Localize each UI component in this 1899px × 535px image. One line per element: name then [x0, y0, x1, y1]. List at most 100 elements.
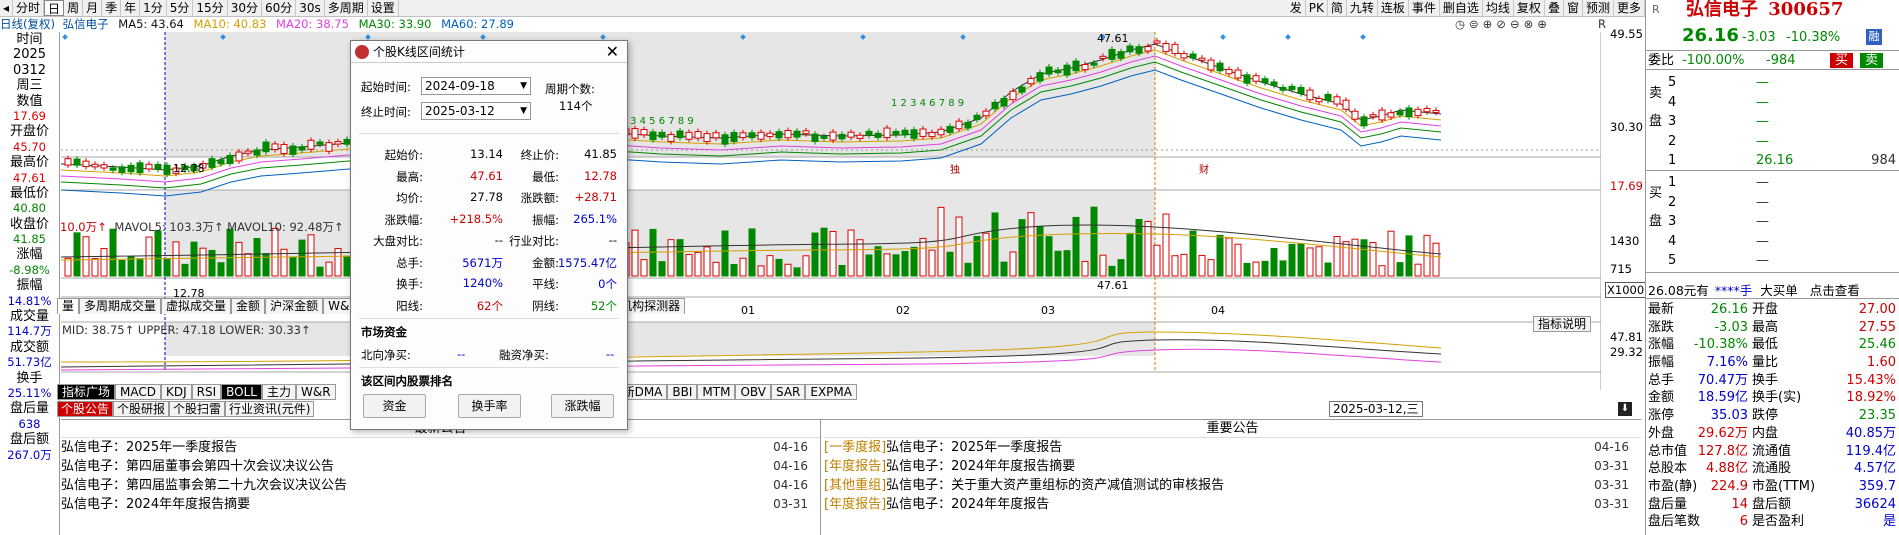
- tb-simple[interactable]: 简: [1328, 0, 1347, 16]
- close-icon[interactable]: ✕: [606, 41, 619, 63]
- indicator-tab[interactable]: EXPMA: [805, 384, 857, 400]
- tb-timeshare[interactable]: 分时: [13, 0, 45, 16]
- news-tab[interactable]: 个股公告: [57, 401, 114, 417]
- chart-tool-icons[interactable]: ◷⊜⊕⊘⊖⊗⊕: [1455, 17, 1551, 32]
- stat-label: 盘后额: [1752, 496, 1792, 512]
- expand-news-icon[interactable]: ⬇: [1618, 402, 1632, 416]
- tb-quarter[interactable]: 季: [102, 0, 122, 16]
- indicator-tab[interactable]: SAR: [770, 384, 806, 400]
- volume-bar: [1279, 260, 1287, 277]
- tb-adjust[interactable]: 复权: [1514, 0, 1545, 16]
- news-item[interactable]: 弘信电子：2025年一季度报告 04-16: [61, 438, 820, 457]
- news-item[interactable]: [年度报告]弘信电子：2024年年度报告摘要 03-31: [824, 457, 1641, 476]
- news-item[interactable]: 弘信电子：第四届董事会第四十次会议决议公告 04-16: [61, 457, 820, 476]
- candle: [1297, 87, 1305, 95]
- indicator-tab[interactable]: BOLL: [221, 384, 262, 400]
- tb-forecast[interactable]: 预测: [1583, 0, 1614, 16]
- month-label: 02: [896, 304, 910, 317]
- indicator-tab[interactable]: 指标广场: [57, 384, 116, 400]
- level-num: 2: [1668, 133, 1677, 149]
- event-tag-1: 独: [950, 163, 960, 176]
- tb-30s[interactable]: 30s: [296, 0, 325, 16]
- tb-year[interactable]: 年: [121, 0, 141, 16]
- change-rank-button[interactable]: 涨跌幅: [551, 394, 614, 418]
- fund-rank-button[interactable]: 资金: [363, 394, 426, 418]
- info-value: 47.61: [13, 170, 46, 185]
- tb-60min[interactable]: 60分: [262, 0, 297, 16]
- tb-publish[interactable]: 发: [1287, 0, 1306, 16]
- start-date-select[interactable]: 2024-09-18 ▼: [421, 77, 531, 95]
- volume-bar: [316, 266, 324, 277]
- vol-tab[interactable]: 金额: [231, 298, 266, 314]
- tb-settings[interactable]: 设置: [368, 0, 399, 16]
- click-view-link[interactable]: 点击查看: [1810, 283, 1860, 298]
- indicator-tab[interactable]: W&R: [296, 384, 336, 400]
- cycles-label: 周期个数:: [545, 82, 595, 96]
- tb-limitup[interactable]: 连板: [1378, 0, 1409, 16]
- news-item[interactable]: 弘信电子：2024年年度报告摘要 03-31: [61, 495, 820, 514]
- news-item[interactable]: [一季度报]弘信电子：2025年一季度报告 04-16: [824, 438, 1641, 457]
- tb-events[interactable]: 事件: [1409, 0, 1440, 16]
- stock-app: ◂ 分时 日 周 月 季 年 1分 5分 15分 30分 60分 30s 多周期…: [0, 0, 1899, 535]
- volume-bar: [1036, 226, 1044, 277]
- turnover-rank-button[interactable]: 换手率: [458, 394, 521, 418]
- news-item[interactable]: [年度报告]弘信电子：2024年年度报告 03-31: [824, 495, 1641, 514]
- news-tab[interactable]: 个股扫雷: [169, 401, 226, 417]
- stat-label: 跌停: [1752, 408, 1779, 424]
- news-tab[interactable]: 行业资讯(元件): [225, 401, 315, 417]
- tb-pk[interactable]: PK: [1306, 0, 1328, 16]
- stat-value: 1.60: [1867, 355, 1896, 371]
- tb-remove-fav[interactable]: 删自选: [1440, 0, 1483, 16]
- vol-tab[interactable]: 多周期成交量: [79, 298, 162, 314]
- indicator-tab[interactable]: MTM: [697, 384, 736, 400]
- tb-5min[interactable]: 5分: [167, 0, 194, 16]
- tb-multiperiod[interactable]: 多周期: [325, 0, 368, 16]
- vol-tab[interactable]: 虚拟成交量: [161, 298, 232, 314]
- news-item[interactable]: [其他重组]弘信电子：关于重大资产重组标的资产减值测试的审核报告 03-31: [824, 476, 1641, 495]
- indicator-tab[interactable]: BBI: [667, 384, 698, 400]
- sell-button[interactable]: 卖: [1860, 53, 1884, 68]
- candle: [649, 131, 657, 141]
- tb-15min[interactable]: 15分: [193, 0, 228, 16]
- indicator-tab[interactable]: OBV: [735, 384, 771, 400]
- volume-bar: [226, 228, 234, 277]
- volume-bar: [865, 254, 873, 277]
- indicator-tab[interactable]: RSI: [191, 384, 222, 400]
- ma60-label: MA60: 27.89: [441, 17, 514, 31]
- volume-bar: [721, 230, 729, 277]
- tb-month[interactable]: 月: [83, 0, 103, 16]
- vol-tab[interactable]: 沪深金额: [265, 298, 324, 314]
- dialog-header[interactable]: 个股K线区间统计 ✕: [351, 41, 627, 63]
- volume-bar: [658, 261, 666, 277]
- indicator-tab[interactable]: KDJ: [161, 384, 192, 400]
- volume-bar: [307, 234, 315, 277]
- volume-bar: [163, 258, 171, 277]
- tb-1min[interactable]: 1分: [140, 0, 167, 16]
- back-icon[interactable]: ◂: [0, 0, 14, 16]
- tb-ninturn[interactable]: 九转: [1347, 0, 1378, 16]
- tb-ma[interactable]: 均线: [1483, 0, 1514, 16]
- tb-day[interactable]: 日: [44, 0, 65, 16]
- range-stat-dialog[interactable]: 个股K线区间统计 ✕ 起始时间: 2024-09-18 ▼ 终止时间: 2025-…: [350, 40, 628, 430]
- vol-tab[interactable]: 量: [57, 298, 80, 314]
- tb-window[interactable]: 窗: [1564, 0, 1583, 16]
- indicator-help-button[interactable]: 指标说明: [1533, 316, 1592, 332]
- tb-week[interactable]: 周: [64, 0, 84, 16]
- tb-more[interactable]: 更多: [1614, 0, 1645, 16]
- candle: [217, 159, 225, 165]
- volume-bar: [1360, 239, 1368, 277]
- tb-30min[interactable]: 30分: [228, 0, 262, 16]
- buy-button[interactable]: 买: [1830, 53, 1854, 68]
- sell-side-label: 卖盘: [1649, 86, 1663, 129]
- volume-bar: [1333, 235, 1341, 277]
- tb-overlay[interactable]: 叠: [1545, 0, 1564, 16]
- end-date-select[interactable]: 2025-03-12 ▼: [421, 102, 531, 120]
- indicator-tab[interactable]: 主力: [262, 384, 297, 400]
- candle: [82, 160, 90, 167]
- indicator-tab[interactable]: MACD: [115, 384, 161, 400]
- ma-prefix[interactable]: 日线(复权): [0, 17, 55, 31]
- news-tab[interactable]: 个股研报: [113, 401, 170, 417]
- volume-bar: [109, 228, 117, 277]
- divider: [359, 133, 619, 134]
- news-item[interactable]: 弘信电子：第四届监事会第二十九次会议决议公告 04-16: [61, 476, 820, 495]
